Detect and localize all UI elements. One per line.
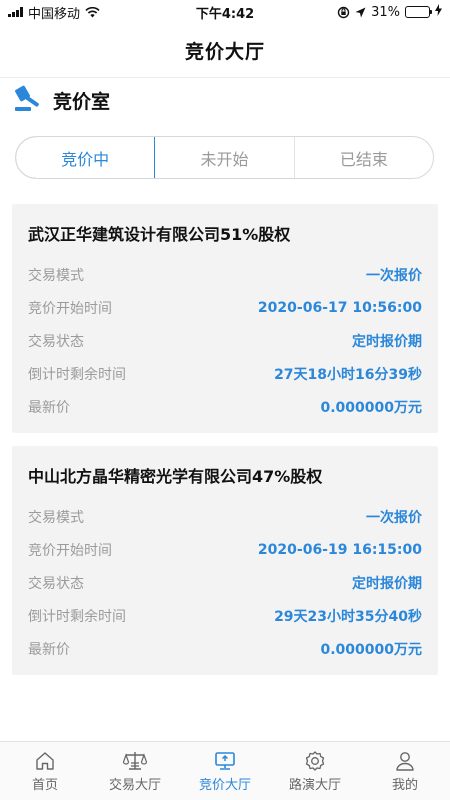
card-row-countdown: 倒计时剩余时间 27天18小时16分39秒 xyxy=(28,357,422,390)
monitor-icon xyxy=(214,750,236,772)
card-title: 武汉正华建筑设计有限公司51%股权 xyxy=(28,225,291,244)
card-row-status: 交易状态 定时报价期 xyxy=(28,566,422,599)
tab-label: 首页 xyxy=(31,777,58,793)
tab-label: 路演大厅 xyxy=(288,777,341,793)
row-label: 竞价开始时间 xyxy=(28,300,112,317)
nav-bar: 竞价大厅 xyxy=(0,24,450,78)
row-label: 最新价 xyxy=(28,641,70,658)
auction-card[interactable]: 中山北方晶华精密光学有限公司47%股权 交易模式 一次报价 竞价开始时间 202… xyxy=(12,446,438,675)
signal-icon xyxy=(8,7,23,17)
tab-roadshow-hall[interactable]: 路演大厅 xyxy=(270,742,360,800)
tab-bidding[interactable]: 竞价中 xyxy=(16,137,156,178)
battery-icon xyxy=(405,6,432,18)
card-row-start-time: 竞价开始时间 2020-06-19 16:15:00 xyxy=(28,533,422,566)
tab-home[interactable]: 首页 xyxy=(0,742,90,800)
section-title: 竞价室 xyxy=(53,90,111,113)
row-label: 倒计时剩余时间 xyxy=(28,608,126,625)
card-row-latest-price: 最新价 0.000000万元 xyxy=(28,632,422,665)
row-label: 交易状态 xyxy=(28,575,84,592)
auction-card[interactable]: 武汉正华建筑设计有限公司51%股权 交易模式 一次报价 竞价开始时间 2020-… xyxy=(12,204,438,433)
card-row-countdown: 倒计时剩余时间 29天23小时35分40秒 xyxy=(28,599,422,632)
card-row-start-time: 竞价开始时间 2020-06-17 10:56:00 xyxy=(28,291,422,324)
row-label: 倒计时剩余时间 xyxy=(28,366,126,383)
card-row-mode: 交易模式 一次报价 xyxy=(28,258,422,291)
tab-bidding-hall[interactable]: 竞价大厅 xyxy=(180,742,270,800)
wifi-icon xyxy=(85,6,100,18)
row-value: 0.000000万元 xyxy=(320,399,422,416)
row-value: 0.000000万元 xyxy=(320,641,422,658)
gavel-icon xyxy=(14,83,44,117)
row-value: 定时报价期 xyxy=(352,575,422,592)
tab-not-started[interactable]: 未开始 xyxy=(155,137,295,178)
row-label: 竞价开始时间 xyxy=(28,542,112,559)
row-label: 交易模式 xyxy=(28,509,84,526)
user-icon xyxy=(394,750,416,772)
location-icon xyxy=(355,7,366,18)
card-title: 中山北方晶华精密光学有限公司47%股权 xyxy=(28,467,323,486)
carrier-label: 中国移动 xyxy=(28,6,81,22)
row-value: 29天23小时35分40秒 xyxy=(274,608,422,625)
page-title: 竞价大厅 xyxy=(184,41,265,63)
gear-icon xyxy=(304,750,326,772)
status-filter-tabs: 竞价中 未开始 已结束 xyxy=(15,136,434,179)
tab-mine[interactable]: 我的 xyxy=(360,742,450,800)
tab-label: 竞价大厅 xyxy=(198,777,251,793)
section-header: 竞价室 xyxy=(14,82,110,118)
card-row-latest-price: 最新价 0.000000万元 xyxy=(28,390,422,423)
row-value: 定时报价期 xyxy=(352,333,422,350)
tab-ended[interactable]: 已结束 xyxy=(295,137,433,178)
scale-icon xyxy=(123,750,147,772)
battery-percent: 31% xyxy=(371,4,400,20)
rotation-lock-icon xyxy=(337,6,350,19)
row-value: 一次报价 xyxy=(366,509,422,526)
tab-trading-hall[interactable]: 交易大厅 xyxy=(90,742,180,800)
row-value: 一次报价 xyxy=(366,267,422,284)
row-label: 最新价 xyxy=(28,399,70,416)
tab-label: 我的 xyxy=(391,777,418,793)
bottom-tab-bar: 首页 交易大厅 竞价大厅 路演大厅 我的 xyxy=(0,741,450,800)
row-label: 交易模式 xyxy=(28,267,84,284)
row-value: 2020-06-17 10:56:00 xyxy=(257,299,422,316)
card-row-status: 交易状态 定时报价期 xyxy=(28,324,422,357)
row-value: 27天18小时16分39秒 xyxy=(274,366,422,383)
tab-label: 交易大厅 xyxy=(108,777,161,793)
charging-icon xyxy=(435,4,442,20)
row-value: 2020-06-19 16:15:00 xyxy=(257,541,422,558)
row-label: 交易状态 xyxy=(28,333,84,350)
status-time: 下午4:42 xyxy=(195,6,255,22)
status-bar: 中国移动 下午4:42 31% xyxy=(0,0,450,24)
home-icon xyxy=(34,750,56,772)
card-row-mode: 交易模式 一次报价 xyxy=(28,500,422,533)
